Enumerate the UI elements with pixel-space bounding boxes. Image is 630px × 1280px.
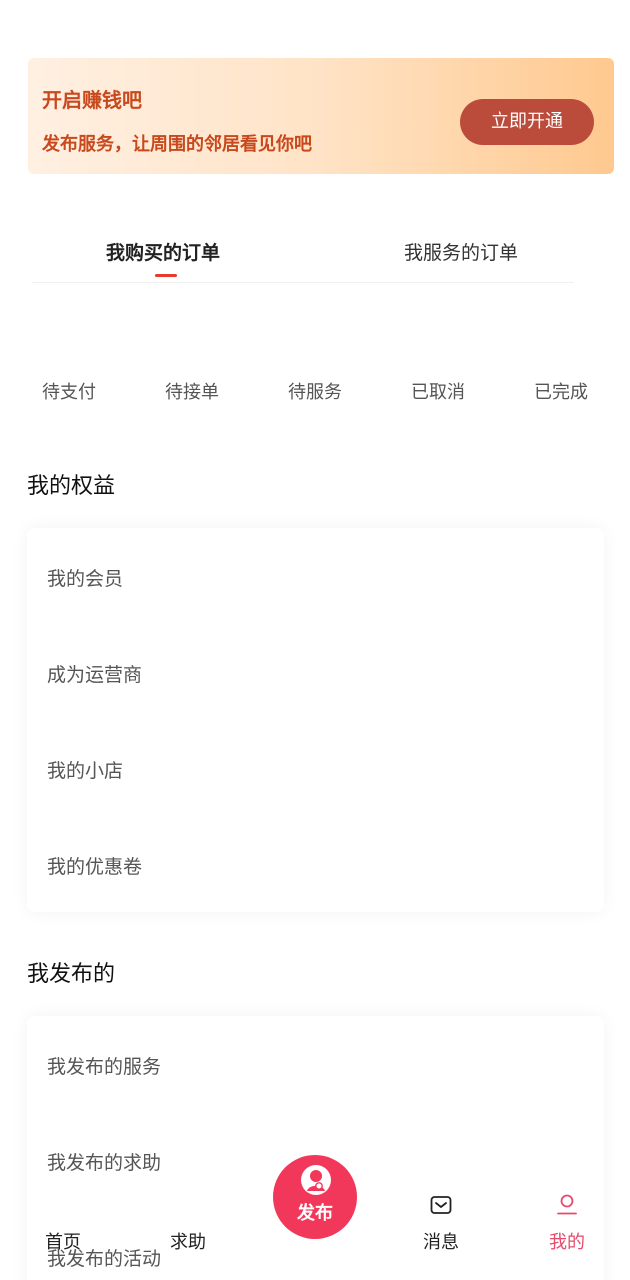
rights-section-title: 我的权益 (27, 474, 116, 499)
rights-item-membership[interactable]: 我的会员 (47, 564, 123, 591)
open-now-button[interactable]: 立即开通 (460, 99, 594, 145)
publish-button[interactable]: 发布 (273, 1155, 357, 1239)
order-tabs: 我购买的订单 我服务的订单 (32, 226, 574, 283)
rights-card: 我的会员 成为运营商 我的小店 我的优惠卷 (27, 528, 604, 912)
status-pending-accept[interactable]: 待接单 (142, 378, 242, 404)
status-completed[interactable]: 已完成 (511, 378, 611, 404)
published-section-title: 我发布的 (27, 962, 116, 987)
earn-money-banner: 开启赚钱吧 发布服务，让周围的邻居看见你吧 立即开通 (28, 58, 614, 174)
published-item-services[interactable]: 我发布的服务 (47, 1052, 161, 1079)
nav-messages[interactable]: 消息 (423, 1228, 459, 1254)
nav-home[interactable]: 首页 (45, 1228, 81, 1254)
profile-page: 开启赚钱吧 发布服务，让周围的邻居看见你吧 立即开通 我购买的订单 我服务的订单… (0, 0, 630, 1280)
banner-title: 开启赚钱吧 (42, 88, 142, 112)
status-pending-service[interactable]: 待服务 (265, 378, 365, 404)
publish-label: 发布 (297, 1203, 333, 1224)
order-status-row: 待支付 待接单 待服务 已取消 已完成 (0, 378, 630, 408)
status-cancelled[interactable]: 已取消 (388, 378, 488, 404)
nav-help[interactable]: 求助 (170, 1228, 206, 1254)
user-profile-icon[interactable] (555, 1192, 579, 1216)
active-tab-indicator (155, 274, 177, 277)
status-pending-payment[interactable]: 待支付 (19, 378, 119, 404)
rights-item-operator[interactable]: 成为运营商 (47, 660, 142, 687)
rights-item-coupons[interactable]: 我的优惠卷 (47, 852, 142, 879)
nav-mine[interactable]: 我的 (549, 1228, 585, 1254)
message-envelope-icon[interactable] (429, 1193, 453, 1217)
publish-person-icon (301, 1165, 331, 1195)
published-card: 我发布的服务 我发布的求助 我发布的活动 (27, 1016, 604, 1280)
published-item-help[interactable]: 我发布的求助 (47, 1148, 161, 1175)
rights-item-shop[interactable]: 我的小店 (47, 756, 123, 783)
tab-service-orders[interactable]: 我服务的订单 (404, 238, 518, 265)
banner-subtitle: 发布服务，让周围的邻居看见你吧 (42, 134, 312, 155)
tab-purchased-orders[interactable]: 我购买的订单 (106, 238, 220, 265)
